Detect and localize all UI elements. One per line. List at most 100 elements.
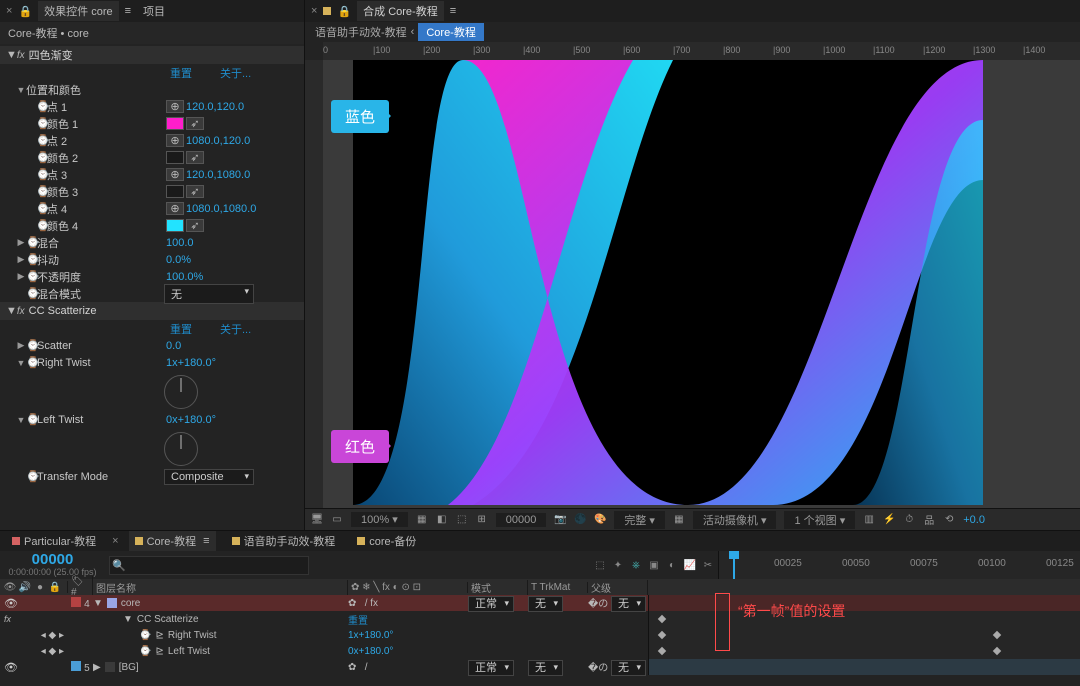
zoom-dropdown[interactable]: 100% ▾: [351, 512, 408, 527]
right-twist-value[interactable]: 1x+180.0°: [348, 630, 393, 641]
breadcrumb-item[interactable]: 语音助手动效-教程: [315, 24, 407, 40]
close-icon[interactable]: ×: [112, 535, 118, 547]
crosshair-icon[interactable]: ⊕: [166, 168, 184, 181]
color4-swatch[interactable]: [166, 219, 184, 232]
keyframe-icon[interactable]: [658, 647, 666, 655]
lock-header-icon[interactable]: 🔒: [49, 581, 61, 593]
keyframe-icon[interactable]: [993, 631, 1001, 639]
breadcrumb-item-active[interactable]: Core-教程: [418, 23, 484, 41]
crosshair-icon[interactable]: ⊕: [166, 134, 184, 147]
prop-left-twist[interactable]: Left Twist: [37, 414, 83, 426]
mode-dropdown[interactable]: 正常: [468, 596, 514, 612]
timeline-icon[interactable]: ⏱: [903, 514, 915, 526]
roi-icon[interactable]: ⬚: [456, 514, 468, 526]
timeline-tab[interactable]: 语音助手动效-教程: [226, 531, 342, 551]
effect-header-scatterize[interactable]: ▼fx CC Scatterize: [0, 302, 304, 320]
timeline-tab[interactable]: core-备份: [351, 531, 422, 551]
point4-value[interactable]: 1080.0,1080.0: [186, 203, 256, 215]
timeline-tab-active[interactable]: Core-教程 ≡: [129, 531, 216, 551]
motion-blur-icon[interactable]: ◐: [666, 559, 678, 571]
resolution-dropdown[interactable]: 完整 ▾: [614, 511, 665, 529]
tab-composition[interactable]: 合成 Core-教程: [357, 1, 444, 21]
layer-row[interactable]: 👁 4 ▼core ✿ / fx 正常 无 �の 无: [0, 595, 1080, 611]
eye-icon[interactable]: 👁: [4, 597, 18, 610]
keyframe-icon[interactable]: [658, 631, 666, 639]
tab-effect-controls[interactable]: 效果控件 core: [38, 1, 118, 21]
property-row[interactable]: ◂ ◆ ▸ ⌚ ⊵ Right Twist 1x+180.0°: [0, 627, 1080, 643]
eyedropper-icon[interactable]: ➶: [186, 219, 204, 232]
display-icon[interactable]: 🖥: [311, 514, 323, 526]
prop-jitter[interactable]: 抖动: [37, 252, 59, 268]
shy-icon[interactable]: ⎈: [630, 559, 642, 571]
keyframe-icon[interactable]: [993, 647, 1001, 655]
blend-value[interactable]: 100.0: [166, 237, 194, 249]
ruler-horizontal[interactable]: 0|100|200|300|400|500|600|700|800|900|10…: [323, 42, 1080, 60]
grid-icon[interactable]: ▦: [416, 514, 428, 526]
transfer-mode-dropdown[interactable]: Composite: [164, 469, 254, 485]
col-parent[interactable]: 父级: [588, 580, 648, 595]
mode-dropdown[interactable]: 正常: [468, 660, 514, 676]
opacity-value[interactable]: 100.0%: [166, 271, 203, 283]
right-twist-value[interactable]: 1x+180.0°: [166, 357, 216, 369]
tab-menu-icon[interactable]: ≡: [125, 5, 131, 17]
blendmode-dropdown[interactable]: 无: [164, 284, 254, 304]
draft3d-icon[interactable]: ✦: [612, 559, 624, 571]
trkmat-dropdown[interactable]: 无: [528, 596, 563, 612]
eye-icon[interactable]: 👁: [4, 661, 18, 674]
frame-display[interactable]: 00000: [496, 513, 547, 527]
frame-blend-icon[interactable]: ▣: [648, 559, 660, 571]
prop-right-twist[interactable]: Right Twist: [37, 357, 91, 369]
scatter-value[interactable]: 0.0: [166, 340, 181, 352]
about-link[interactable]: 关于...: [220, 65, 251, 81]
playhead[interactable]: [733, 551, 735, 579]
reset-expo-icon[interactable]: ⟲: [943, 514, 955, 526]
parent-dropdown[interactable]: 无: [611, 596, 646, 612]
color-mgmt-icon[interactable]: 🎨: [594, 514, 606, 526]
lock-icon[interactable]: 🔒: [337, 5, 351, 18]
reset-link[interactable]: 重置: [348, 612, 368, 627]
tab-project[interactable]: 项目: [137, 1, 171, 21]
3d-icon[interactable]: ▦: [673, 514, 685, 526]
left-twist-dial[interactable]: [164, 432, 198, 466]
eyedropper-icon[interactable]: ➶: [186, 117, 204, 130]
mask-icon[interactable]: ◧: [436, 514, 448, 526]
eyedropper-icon[interactable]: ➶: [186, 151, 204, 164]
group-position-color[interactable]: 位置和颜色: [26, 82, 81, 98]
parent-dropdown[interactable]: 无: [611, 660, 646, 676]
timeline-tab[interactable]: Particular-教程: [6, 531, 102, 551]
about-link[interactable]: 关于...: [220, 321, 251, 337]
graph-icon[interactable]: 📈: [684, 559, 696, 571]
left-twist-value[interactable]: 0x+180.0°: [348, 646, 393, 657]
keyframe-icon[interactable]: [658, 615, 666, 623]
property-row[interactable]: ◂ ◆ ▸ ⌚ ⊵ Left Twist 0x+180.0°: [0, 643, 1080, 659]
col-mode[interactable]: 模式: [468, 580, 528, 595]
color1-swatch[interactable]: [166, 117, 184, 130]
reset-link[interactable]: 重置: [170, 321, 192, 337]
exposure-value[interactable]: +0.0: [963, 514, 985, 526]
current-time[interactable]: 00000 0:00:00:00 (25.00 fps): [0, 553, 105, 577]
layer-row[interactable]: 👁 5 ▶[BG] ✿ / 正常 无 �の 无: [0, 659, 1080, 675]
effect-row[interactable]: fx ▼ CC Scatterize 重置: [0, 611, 1080, 627]
tab-menu-icon[interactable]: ≡: [450, 5, 456, 17]
ruler-vertical[interactable]: [305, 60, 323, 508]
flowchart-icon[interactable]: 品: [923, 514, 935, 526]
point3-value[interactable]: 120.0,1080.0: [186, 169, 250, 181]
close-icon[interactable]: ×: [6, 5, 12, 17]
label-header-icon[interactable]: 🏷: [71, 576, 84, 587]
eye-header-icon[interactable]: 👁: [4, 581, 16, 593]
pixel-aspect-icon[interactable]: ▥: [863, 514, 875, 526]
crosshair-icon[interactable]: ⊕: [166, 202, 184, 215]
lock-icon[interactable]: 🔒: [18, 5, 32, 18]
jitter-value[interactable]: 0.0%: [166, 254, 191, 266]
comp-mini-icon[interactable]: ⬚: [594, 559, 606, 571]
channel-icon[interactable]: 🌑: [574, 514, 586, 526]
effect-header-4color[interactable]: ▼fx 四色渐变: [0, 46, 304, 64]
close-icon[interactable]: ×: [311, 5, 317, 17]
alpha-icon[interactable]: ▭: [331, 514, 343, 526]
color3-swatch[interactable]: [166, 185, 184, 198]
trkmat-dropdown[interactable]: 无: [528, 660, 563, 676]
prop-scatter[interactable]: Scatter: [37, 340, 72, 352]
crosshair-icon[interactable]: ⊕: [166, 100, 184, 113]
snap-icon[interactable]: ✂: [702, 559, 714, 571]
col-layer-name[interactable]: 图层名称: [93, 580, 348, 595]
